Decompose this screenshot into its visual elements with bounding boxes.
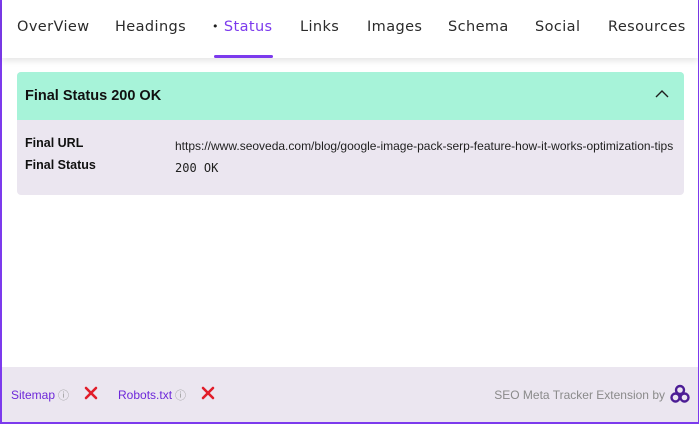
final-status-label: Final Status — [25, 158, 96, 172]
panel-header[interactable]: Final Status 200 OK — [17, 72, 684, 120]
robots-x-icon — [201, 386, 215, 400]
tab-links[interactable]: Links — [300, 19, 339, 35]
final-status-panel: Final Status 200 OK Final URL https://ww… — [17, 72, 684, 195]
brand-logo-icon[interactable] — [670, 384, 690, 404]
final-url-value: https://www.seoveda.com/blog/google-imag… — [175, 139, 674, 153]
tab-status[interactable]: • Status — [212, 19, 273, 35]
footer-bar: Sitemap ⓘ Robots.txt ⓘ SEO Meta Tracker … — [2, 367, 698, 422]
active-tab-underline — [214, 55, 273, 58]
extension-frame — [0, 0, 699, 424]
panel-title: Final Status 200 OK — [25, 88, 162, 104]
tab-status-label: Status — [223, 19, 273, 35]
final-url-label: Final URL — [25, 136, 84, 150]
tab-overview[interactable]: OverView — [17, 19, 90, 35]
sitemap-x-icon — [84, 386, 98, 400]
tab-schema[interactable]: Schema — [448, 19, 509, 35]
sitemap-link[interactable]: Sitemap — [11, 388, 55, 402]
sitemap-info-icon[interactable]: ⓘ — [58, 387, 69, 403]
tab-bar: OverView Headings • Status Links Images S… — [2, 0, 698, 58]
tab-resources[interactable]: Resources — [608, 19, 686, 35]
chevron-up-icon[interactable] — [654, 86, 670, 102]
brand-text: SEO Meta Tracker Extension by — [494, 388, 665, 402]
tab-social[interactable]: Social — [535, 19, 580, 35]
robots-link[interactable]: Robots.txt — [118, 388, 172, 402]
active-tab-dot: • — [212, 20, 219, 33]
robots-info-icon[interactable]: ⓘ — [175, 387, 186, 403]
tab-images[interactable]: Images — [367, 19, 422, 35]
final-status-value: 200 OK — [175, 161, 219, 175]
tab-headings[interactable]: Headings — [115, 19, 186, 35]
